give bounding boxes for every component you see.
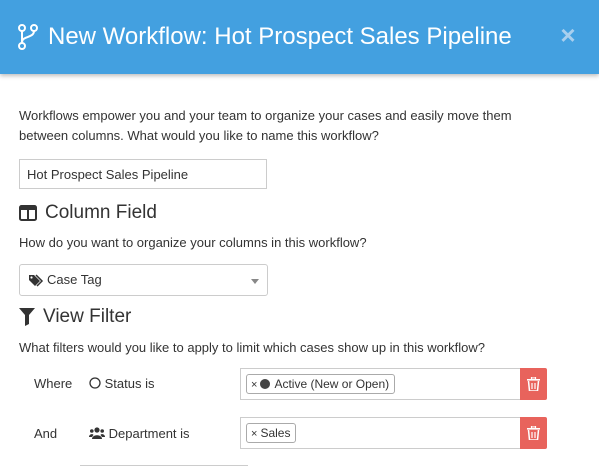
workflow-branch-icon xyxy=(18,24,38,50)
column-field-question: How do you want to organize your columns… xyxy=(19,235,367,250)
intro-text: Workflows empower you and your team to o… xyxy=(19,108,512,143)
chip-label: Sales xyxy=(260,426,291,440)
next-field-border xyxy=(80,465,248,466)
filter-field-department: Department is xyxy=(89,425,190,443)
column-field-heading: Column Field xyxy=(19,201,157,225)
status-filter-input[interactable]: × Active (New or Open) xyxy=(240,368,520,400)
status-dot-icon xyxy=(260,379,271,389)
column-field-select[interactable]: Case Tag xyxy=(19,264,268,296)
filter-chip-department: × Sales xyxy=(246,423,297,443)
trash-icon xyxy=(527,426,540,440)
filter-field-label: Department is xyxy=(108,426,190,441)
department-filter-input[interactable]: × Sales xyxy=(240,417,520,449)
close-icon[interactable]: × xyxy=(556,22,580,48)
column-field-selected: Case Tag xyxy=(47,272,102,287)
filter-icon xyxy=(19,308,35,326)
trash-icon xyxy=(527,377,540,391)
modal-header: New Workflow: Hot Prospect Sales Pipelin… xyxy=(0,0,599,74)
tags-icon xyxy=(29,274,44,287)
columns-icon xyxy=(19,205,37,221)
modal-title: New Workflow: Hot Prospect Sales Pipelin… xyxy=(48,23,512,50)
delete-filter-button[interactable] xyxy=(520,417,547,449)
view-filter-question: What filters would you like to apply to … xyxy=(19,340,486,355)
filter-field-status: Status is xyxy=(89,375,154,393)
filter-conjunction-where: Where xyxy=(34,376,73,391)
circle-outline-icon xyxy=(89,377,101,389)
chip-label: Active (New or Open) xyxy=(274,377,390,391)
remove-chip-icon[interactable]: × xyxy=(251,428,257,440)
chevron-down-icon xyxy=(251,279,259,284)
column-field-title: Column Field xyxy=(45,202,157,223)
filter-chip-status: × Active (New or Open) xyxy=(246,374,396,394)
remove-chip-icon[interactable]: × xyxy=(251,379,257,391)
filter-conjunction-and: And xyxy=(34,426,58,441)
workflow-name-input[interactable] xyxy=(19,159,267,189)
view-filter-heading: View Filter xyxy=(19,305,131,329)
delete-filter-button[interactable] xyxy=(520,368,547,400)
users-icon xyxy=(89,427,105,439)
filter-field-label: Status is xyxy=(104,376,155,391)
view-filter-title: View Filter xyxy=(43,306,132,327)
